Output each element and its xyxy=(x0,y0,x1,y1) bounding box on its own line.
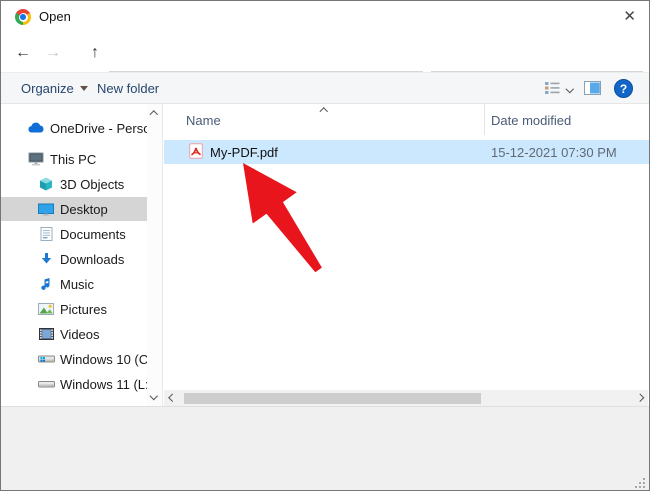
organize-button[interactable]: Organize xyxy=(21,73,88,103)
view-dropdown-chevron-icon[interactable] xyxy=(565,84,574,93)
scroll-down-icon[interactable] xyxy=(149,391,158,400)
navigation-pane: OneDrive - Person This PC 3D Objects Des… xyxy=(1,104,147,406)
preview-pane-icon xyxy=(584,81,601,95)
sidebar-item-documents[interactable]: Documents xyxy=(1,222,147,246)
sidebar-scrollbar[interactable] xyxy=(147,104,163,406)
command-bar: Organize New folder ? xyxy=(1,72,649,104)
music-note-icon xyxy=(37,277,55,291)
preview-pane-button[interactable] xyxy=(584,81,601,98)
list-header: Name Date modified xyxy=(164,104,649,135)
sidebar-item-onedrive[interactable]: OneDrive - Person xyxy=(1,116,147,140)
column-divider[interactable] xyxy=(484,104,485,135)
download-arrow-icon xyxy=(37,252,55,266)
sidebar-item-this-pc[interactable]: This PC xyxy=(1,147,147,171)
sort-ascending-icon xyxy=(319,107,328,116)
sidebar-item-desktop[interactable]: Desktop xyxy=(1,197,147,221)
pdf-file-icon xyxy=(189,142,203,162)
close-icon[interactable]: ✕ xyxy=(623,7,636,27)
sidebar-item-windows-10-c[interactable]: Windows 10 (C:) xyxy=(1,347,147,371)
navigation-bar: ← → ↑ « Desktop › Translation ↻ xyxy=(1,34,649,99)
sidebar-item-windows-11-l[interactable]: Windows 11 (L:) xyxy=(1,372,147,396)
help-button[interactable]: ? xyxy=(614,79,633,98)
scroll-right-icon[interactable] xyxy=(635,393,644,402)
file-name: My-PDF.pdf xyxy=(210,144,278,160)
sidebar-item-music[interactable]: Music xyxy=(1,272,147,296)
picture-icon xyxy=(37,303,55,315)
scrollbar-thumb[interactable] xyxy=(184,392,481,404)
desktop-monitor-icon xyxy=(37,203,55,216)
open-file-dialog: Open ✕ ← → ↑ « Desktop › Translation ↻ xyxy=(0,0,650,491)
horizontal-scrollbar[interactable] xyxy=(164,390,648,406)
computer-icon xyxy=(27,152,45,166)
resize-grip[interactable] xyxy=(635,478,645,488)
file-row-my-pdf[interactable]: My-PDF.pdf 15-12-2021 07:30 PM xyxy=(164,140,649,164)
main-area: OneDrive - Person This PC 3D Objects Des… xyxy=(1,104,649,406)
chrome-logo-icon xyxy=(15,9,31,25)
sidebar-item-downloads[interactable]: Downloads xyxy=(1,247,147,271)
film-icon xyxy=(37,328,55,340)
file-list-panel: Name Date modified My-PDF.pdf 15-12-2021… xyxy=(164,104,649,406)
drive-icon xyxy=(37,379,55,390)
up-button[interactable]: ↑ xyxy=(91,43,99,63)
sidebar-item-videos[interactable]: Videos xyxy=(1,322,147,346)
sidebar-item-3d-objects[interactable]: 3D Objects xyxy=(1,172,147,196)
change-view-button[interactable] xyxy=(544,80,561,99)
cube-icon xyxy=(37,177,55,191)
new-folder-button[interactable]: New folder xyxy=(97,73,159,103)
scroll-left-icon[interactable] xyxy=(168,393,177,402)
document-icon xyxy=(37,227,55,241)
dialog-footer: File name: Custom Files (*.text;*.txt;*.… xyxy=(1,406,649,490)
file-date-modified: 15-12-2021 07:30 PM xyxy=(491,144,617,160)
forward-button: → xyxy=(45,44,61,61)
onedrive-cloud-icon xyxy=(27,122,45,134)
back-button[interactable]: ← xyxy=(15,43,31,63)
details-view-icon xyxy=(545,82,560,94)
system-drive-icon xyxy=(37,354,55,365)
organize-dropdown-icon xyxy=(79,85,88,91)
column-header-date-modified[interactable]: Date modified xyxy=(491,113,571,128)
window-title: Open xyxy=(39,9,71,24)
scroll-up-icon[interactable] xyxy=(149,110,158,119)
column-header-name[interactable]: Name xyxy=(186,113,221,128)
sidebar-item-pictures[interactable]: Pictures xyxy=(1,297,147,321)
title-bar: Open ✕ xyxy=(1,1,649,34)
help-icon: ? xyxy=(619,81,628,96)
